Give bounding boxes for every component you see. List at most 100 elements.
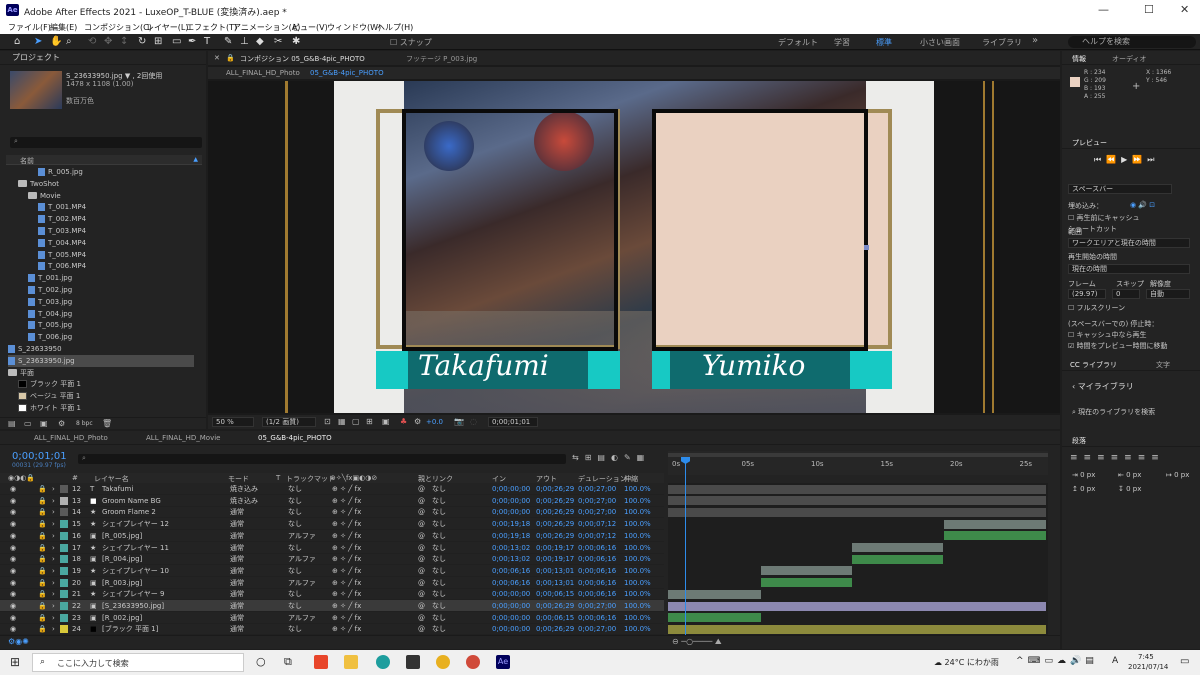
current-time[interactable]: 0;00;01;01	[12, 451, 67, 462]
layer-duration[interactable]: 0;00;06;16	[578, 588, 616, 600]
tl-tab-all-final-photo[interactable]: ALL_FINAL_HD_Photo	[34, 434, 108, 442]
menu-file[interactable]: ファイル(F)	[8, 22, 51, 33]
layer-out-point[interactable]: 0;00;26;29	[536, 506, 574, 518]
layer-stretch[interactable]: 100.0%	[624, 542, 651, 554]
layer-duration-bar[interactable]	[943, 531, 1047, 541]
expand-chevron-icon[interactable]: ›	[52, 530, 55, 542]
roto-tool-icon[interactable]: ✂	[274, 36, 282, 47]
layer-name[interactable]: Groom Name BG	[102, 495, 161, 507]
taskbar-search-input[interactable]: ここに入力して検索	[32, 653, 244, 672]
layer-stretch[interactable]: 100.0%	[624, 530, 651, 542]
layer-mode-dropdown[interactable]: 通常	[230, 553, 244, 565]
parent-dropdown[interactable]: なし	[432, 623, 446, 635]
file-explorer-icon[interactable]	[344, 655, 358, 669]
layer-switches-icons[interactable]: ⊕ ✧ ╱ fx	[332, 553, 361, 565]
menu-layer[interactable]: レイヤー(L)	[146, 22, 188, 33]
expand-chevron-icon[interactable]: ›	[52, 518, 55, 530]
windows-start-icon[interactable]: ⊞	[10, 655, 20, 669]
visibility-eye-icon[interactable]: ◉	[10, 600, 16, 612]
notification-icon[interactable]: ▭	[1180, 656, 1189, 667]
indent-left[interactable]: ⇥ 0 px	[1072, 471, 1095, 479]
track-matte-dropdown[interactable]: なし	[288, 565, 302, 577]
expand-chevron-icon[interactable]: ›	[52, 553, 55, 565]
layer-duration-bar[interactable]	[760, 566, 852, 576]
tab-cc-library[interactable]: CC ライブラリ	[1070, 360, 1117, 370]
visibility-eye-icon[interactable]: ◉	[10, 506, 16, 518]
lock-icon[interactable]: 🔒	[38, 506, 47, 518]
menu-effect[interactable]: エフェクト(T)	[186, 22, 237, 33]
office-icon[interactable]	[314, 655, 328, 669]
project-item[interactable]: ホワイト 平面 1	[18, 402, 81, 414]
parent-dropdown[interactable]: なし	[432, 530, 446, 542]
my-library[interactable]: ‹ マイライブラリ	[1072, 381, 1134, 392]
label-color[interactable]	[60, 602, 68, 610]
parent-pickwhip-icon[interactable]: @	[418, 483, 425, 495]
type-tool-icon[interactable]: T	[204, 36, 210, 47]
dolly-tool-icon[interactable]: ↕	[120, 36, 128, 47]
track-area[interactable]	[668, 483, 1048, 635]
layer-in-point[interactable]: 0;00;00;00	[492, 506, 530, 518]
rectangle-tool-icon[interactable]: ▭	[172, 36, 181, 47]
close-button[interactable]: ✕	[1180, 3, 1189, 16]
layer-in-point[interactable]: 0;00;13;02	[492, 542, 530, 554]
layer-stretch[interactable]: 100.0%	[624, 553, 651, 565]
parent-dropdown[interactable]: なし	[432, 588, 446, 600]
visibility-eye-icon[interactable]: ◉	[10, 612, 16, 624]
anchor-tool-icon[interactable]: ⊞	[154, 36, 162, 47]
layer-duration-bar[interactable]	[668, 624, 1047, 634]
visibility-eye-icon[interactable]: ◉	[10, 483, 16, 495]
parent-dropdown[interactable]: なし	[432, 565, 446, 577]
layer-in-point[interactable]: 0;00;13;02	[492, 553, 530, 565]
help-search-input[interactable]: ヘルプを検索	[1068, 36, 1196, 48]
workspace-more-icon[interactable]: »	[1032, 35, 1038, 46]
layer-stretch[interactable]: 100.0%	[624, 565, 651, 577]
parent-pickwhip-icon[interactable]: @	[418, 588, 425, 600]
layer-name[interactable]: [R_005.jpg]	[102, 530, 142, 542]
expand-chevron-icon[interactable]: ›	[52, 506, 55, 518]
groom-name-text[interactable]: Takafumi	[418, 349, 549, 382]
parent-pickwhip-icon[interactable]: @	[418, 565, 425, 577]
layer-search-input[interactable]: ⌕	[78, 454, 566, 464]
workspace-library[interactable]: ライブラリ	[982, 37, 1022, 48]
layer-mode-dropdown[interactable]: 通常	[230, 565, 244, 577]
layer-out-point[interactable]: 0;00;06;15	[536, 612, 574, 624]
transparency-grid-icon[interactable]: ▦	[338, 417, 346, 426]
store-icon[interactable]	[406, 655, 420, 669]
layer-switches-icons[interactable]: ⊕ ✧ ╱ fx	[332, 495, 361, 507]
layer-mode-dropdown[interactable]: 通常	[230, 588, 244, 600]
layer-duration-bar[interactable]	[851, 554, 944, 564]
layer-name[interactable]: [R_002.jpg]	[102, 612, 142, 624]
resolution-dropdown[interactable]: (1/2 画質)	[262, 417, 316, 427]
rotate-tool-icon[interactable]: ↻	[138, 36, 146, 47]
layer-row[interactable]: ◉ 🔒 › 21 ★ シェイプレイヤー 9 通常 なし ⊕ ✧ ╱ fx @ なし 0;00;00;0…	[0, 588, 664, 601]
weather-widget[interactable]: ☁ 24°C にわか雨	[934, 657, 999, 668]
parent-pickwhip-icon[interactable]: @	[418, 542, 425, 554]
project-item[interactable]: TwoShot	[18, 178, 59, 190]
zoom-dropdown[interactable]: 50 %	[212, 417, 254, 427]
project-item[interactable]: S_23633950	[8, 343, 62, 355]
project-item[interactable]: R_005.jpg	[38, 166, 83, 178]
layer-stretch[interactable]: 100.0%	[624, 612, 651, 624]
layer-duration[interactable]: 0;00;06;16	[578, 553, 616, 565]
menu-edit[interactable]: 編集(E)	[50, 22, 77, 33]
expand-chevron-icon[interactable]: ›	[52, 542, 55, 554]
track-matte-dropdown[interactable]: なし	[288, 495, 302, 507]
exposure-icon[interactable]: ⚙	[414, 417, 421, 426]
label-color[interactable]	[60, 613, 68, 622]
orbit-tool-icon[interactable]: ⟲	[88, 36, 96, 47]
fullscreen-checkbox[interactable]: ☐ フルスクリーン	[1068, 303, 1125, 313]
layer-mode-dropdown[interactable]: 通常	[230, 600, 244, 612]
tl-tab-all-final-movie[interactable]: ALL_FINAL_HD_Movie	[146, 434, 220, 442]
layer-mode-dropdown[interactable]: 焼き込み	[230, 483, 258, 495]
bride-name-text[interactable]: Yumiko	[702, 349, 805, 382]
layer-in-point[interactable]: 0;00;00;00	[492, 588, 530, 600]
layer-stretch[interactable]: 100.0%	[624, 518, 651, 530]
workspace-learn[interactable]: 学習	[834, 37, 850, 48]
layer-name[interactable]: シェイプレイヤー 11	[102, 542, 169, 554]
layer-row[interactable]: ◉ 🔒 › 17 ★ シェイプレイヤー 11 通常 なし ⊕ ✧ ╱ fx @ なし 0;00;13;…	[0, 542, 664, 554]
menu-animation[interactable]: アニメーション(A)	[233, 22, 300, 33]
layer-name[interactable]: シェイプレイヤー 9	[102, 588, 164, 600]
space-before[interactable]: ↥ 0 px	[1072, 485, 1095, 493]
parent-pickwhip-icon[interactable]: @	[418, 623, 425, 635]
lock-icon[interactable]: 🔒	[38, 623, 47, 635]
